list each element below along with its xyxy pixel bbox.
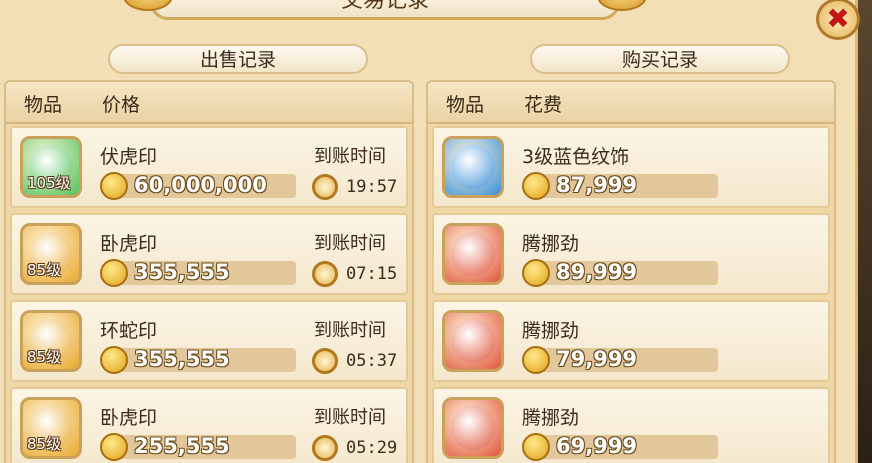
sell-record-row[interactable]: 85级 卧虎印 355,555 到账时间 07:15 <box>10 213 408 295</box>
item-price: 255,555 <box>134 434 230 458</box>
arrive-time: 05:37 <box>346 351 398 371</box>
buy-panel[interactable]: 物品 花费 3级蓝色纹饰 87,999 腾挪劲 89,999 腾挪劲 79,999 腾挪劲 6… <box>426 80 836 463</box>
buy-record-row[interactable]: 3级蓝色纹饰 87,999 <box>432 126 830 208</box>
left-ornament-icon <box>123 0 173 11</box>
clock-icon <box>312 348 338 374</box>
arrive-time-label: 到账时间 <box>314 407 386 428</box>
arrive-time: 05:29 <box>346 438 398 458</box>
close-button[interactable]: ✖ <box>816 0 860 40</box>
item-price: 79,999 <box>556 347 638 371</box>
item-price: 355,555 <box>134 260 230 284</box>
red-skill-book-icon[interactable] <box>442 310 504 372</box>
gold-coin-icon <box>522 433 550 461</box>
gold-snake-seal-icon[interactable]: 85级 <box>20 310 82 372</box>
item-emblem <box>451 319 495 363</box>
item-price: 355,555 <box>134 347 230 371</box>
gold-coin-icon <box>100 172 128 200</box>
item-name: 卧虎印 <box>100 407 158 429</box>
sell-col-item: 物品 <box>24 94 63 116</box>
blue-ornament-icon[interactable] <box>442 136 504 198</box>
gold-tiger-seal-icon[interactable]: 85级 <box>20 223 82 285</box>
item-name: 卧虎印 <box>100 233 158 255</box>
buy-record-row[interactable]: 腾挪劲 69,999 <box>432 387 830 463</box>
item-level: 85级 <box>27 435 62 453</box>
window-title-bar: 交易记录 <box>123 0 647 20</box>
red-skill-book-icon[interactable] <box>442 397 504 459</box>
clock-icon <box>312 261 338 287</box>
clock-icon <box>312 174 338 200</box>
item-name: 腾挪劲 <box>522 320 580 342</box>
buy-col-cost: 花费 <box>524 94 563 116</box>
item-name: 3级蓝色纹饰 <box>522 146 630 168</box>
sell-record-row[interactable]: 105级 伏虎印 60,000,000 到账时间 19:57 <box>10 126 408 208</box>
gold-coin-icon <box>100 346 128 374</box>
item-price: 87,999 <box>556 173 638 197</box>
gold-tiger-seal-icon[interactable]: 85级 <box>20 397 82 459</box>
arrive-time-label: 到账时间 <box>314 320 386 341</box>
sell-record-row[interactable]: 85级 环蛇印 355,555 到账时间 05:37 <box>10 300 408 382</box>
green-tiger-seal-icon[interactable]: 105级 <box>20 136 82 198</box>
item-price: 69,999 <box>556 434 638 458</box>
item-name: 腾挪劲 <box>522 233 580 255</box>
window-title: 交易记录 <box>340 0 429 13</box>
gold-coin-icon <box>522 259 550 287</box>
item-price: 60,000,000 <box>134 173 267 197</box>
item-emblem <box>451 232 495 276</box>
clock-icon <box>312 435 338 461</box>
item-level: 85级 <box>27 348 62 366</box>
buy-header: 物品 花费 <box>428 82 834 124</box>
sell-section-title: 出售记录 <box>108 44 368 74</box>
item-price: 89,999 <box>556 260 638 284</box>
item-name: 腾挪劲 <box>522 407 580 429</box>
item-level: 85级 <box>27 261 62 279</box>
item-name: 伏虎印 <box>100 146 158 168</box>
arrive-time-label: 到账时间 <box>314 233 386 254</box>
gold-coin-icon <box>100 433 128 461</box>
red-skill-book-icon[interactable] <box>442 223 504 285</box>
close-icon: ✖ <box>826 2 850 35</box>
gold-coin-icon <box>522 172 550 200</box>
sell-panel[interactable]: 物品 价格 105级 伏虎印 60,000,000 到账时间 19:57 85级 卧虎印 35… <box>4 80 414 463</box>
item-name: 环蛇印 <box>100 320 158 342</box>
sell-col-price: 价格 <box>102 94 141 116</box>
arrive-time-label: 到账时间 <box>314 146 386 167</box>
sell-header: 物品 价格 <box>6 82 412 124</box>
item-emblem <box>451 406 495 450</box>
sell-record-row[interactable]: 85级 卧虎印 255,555 到账时间 05:29 <box>10 387 408 463</box>
gold-coin-icon <box>522 346 550 374</box>
item-level: 105级 <box>27 174 71 192</box>
buy-section-title: 购买记录 <box>530 44 790 74</box>
buy-record-row[interactable]: 腾挪劲 89,999 <box>432 213 830 295</box>
trade-record-window: 交易记录 出售记录 物品 价格 105级 伏虎印 60,000,000 到账时间 19:… <box>0 0 858 463</box>
gold-coin-icon <box>100 259 128 287</box>
arrive-time: 07:15 <box>346 264 398 284</box>
right-ornament-icon <box>597 0 647 11</box>
arrive-time: 19:57 <box>346 177 398 197</box>
buy-col-item: 物品 <box>446 94 485 116</box>
background-edge <box>856 0 872 463</box>
item-emblem <box>451 145 495 189</box>
buy-record-row[interactable]: 腾挪劲 79,999 <box>432 300 830 382</box>
